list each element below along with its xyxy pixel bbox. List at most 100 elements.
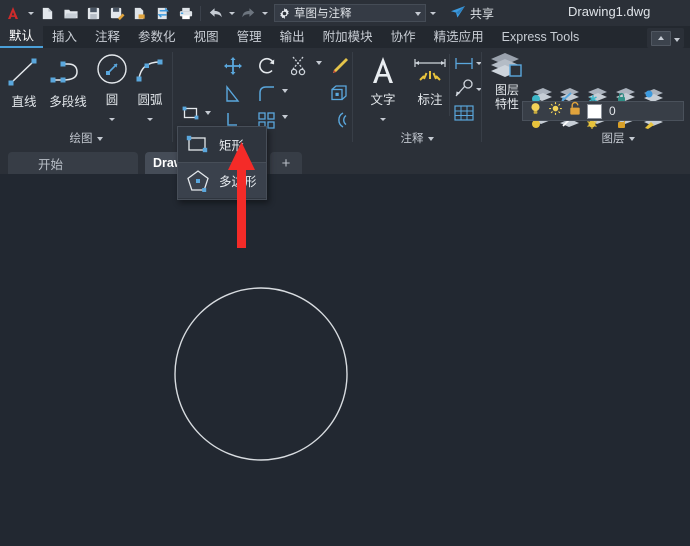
share-paperplane-icon [450,5,466,22]
cloud-sync-icon[interactable] [151,2,174,24]
draw-panel-label: 绘图 [69,133,93,145]
draw-line-label: 直线 [11,95,37,109]
line-icon [6,54,42,90]
polyline-icon [47,54,89,90]
quick-access-toolbar [36,0,270,26]
new-document-tab-button[interactable]: + [270,152,302,174]
annotation-panel-label: 注释 [400,133,424,145]
modify-trim-button[interactable] [288,54,314,78]
annotation-linear-dimension-button[interactable] [452,54,476,74]
panel-minimize-icon[interactable] [651,30,671,46]
chevron-down-icon[interactable] [415,7,421,19]
annotation-panel-expand-caret[interactable] [427,132,434,144]
open-folder-icon[interactable] [59,2,82,24]
new-file-icon[interactable] [36,2,59,24]
save-icon[interactable] [82,2,105,24]
annotation-text-button[interactable]: 文字 [361,52,405,126]
linear-dimension-icon [455,58,473,69]
rotate-icon [259,57,275,74]
document-tab-start-label: 开始 [38,157,64,172]
share-button[interactable]: 共享 [450,5,494,22]
fillet-icon [259,86,274,101]
ribbon-tab-parametric[interactable]: 参数化 [129,26,185,48]
gear-icon [278,7,291,20]
ribbon-tab-express-tools[interactable]: Express Tools [493,26,589,48]
logo-glyph [8,7,18,19]
canvas-entities [174,287,348,461]
ribbon-tab-strip: 默认 插入 注释 参数化 视图 管理 输出 附加模块 协作 精选应用 Expre… [0,26,690,48]
undo-icon[interactable] [204,2,227,24]
layers-panel-label-row: 图层 [482,130,690,146]
modify-erase-button[interactable] [326,54,352,78]
ribbon-tab-insert[interactable]: 插入 [43,26,86,48]
lightbulb-on-icon[interactable] [528,101,543,121]
draw-polyline-button[interactable]: 多段线 [42,54,94,110]
arc-icon [132,52,168,88]
annotation-text-dropdown-caret[interactable] [380,108,386,126]
redo-icon[interactable] [237,2,260,24]
workspace-overflow-caret[interactable] [428,11,438,15]
draw-line-button[interactable]: 直线 [2,54,46,110]
draw-panel-expand-caret[interactable] [96,132,103,144]
modify-offset-button[interactable] [326,108,352,132]
layer-properties-label-2: 特性 [494,97,519,111]
unlock-icon[interactable] [568,101,582,121]
modify-rotate-button[interactable] [254,54,280,78]
draw-arc-label: 圆弧 [137,93,163,107]
ribbon-tab-addins[interactable]: 附加模块 [314,26,382,48]
ribbon-tab-manage[interactable]: 管理 [228,26,271,48]
draw-rectangle-flyout-button[interactable] [179,102,203,124]
redo-dropdown-caret[interactable] [260,11,270,15]
document-title: Drawing1.dwg [568,4,651,19]
layers-panel-expand-caret[interactable] [628,132,635,144]
layer-state-combo[interactable]: 0 [522,101,684,121]
ribbon-panel-annotation: 文字 标注 注释 [353,48,482,148]
annotation-dimension-button[interactable]: 标注 [408,52,452,108]
draw-arc-button[interactable]: 圆弧 [128,52,172,126]
offset-icon [337,111,346,128]
draw-circle-dropdown-caret[interactable] [109,108,115,126]
annotation-leader-button[interactable] [452,78,476,100]
print-icon[interactable] [174,2,197,24]
modify-fillet-button[interactable] [254,82,280,106]
ribbon-tab-featured-apps[interactable]: 精选应用 [425,26,493,48]
copy-icon [226,84,240,102]
export-icon[interactable] [128,2,151,24]
drawn-circle[interactable] [174,287,348,461]
leader-icon [455,79,473,97]
workspace-selector[interactable]: 草图与注释 [274,4,426,22]
red-pointer-arrow [225,140,259,255]
layer-color-swatch[interactable] [587,103,602,119]
ribbon-tab-view[interactable]: 视图 [185,26,228,48]
document-tab-start[interactable]: 开始 [8,152,138,174]
ribbon-collapse-control[interactable] [647,28,684,48]
rectangle-icon [183,130,213,160]
annotation-table-button[interactable] [452,102,476,124]
modify-fillet-dropdown-caret[interactable] [280,84,290,98]
polygon-pentagon-icon [183,166,213,196]
modify-array-dropdown-caret[interactable] [280,110,290,124]
trim-scissors-icon [290,56,305,75]
modify-copy-button[interactable] [220,82,246,106]
modify-stretch-button[interactable] [326,82,352,106]
freeze-sun-icon[interactable] [548,101,563,121]
chevron-down-icon[interactable] [674,29,680,47]
draw-arc-dropdown-caret[interactable] [147,108,153,126]
drawing-canvas[interactable] [0,174,690,546]
layer-name: 0 [609,104,616,118]
ribbon-tab-annotate[interactable]: 注释 [86,26,129,48]
layer-properties-label-1: 图层 [494,83,519,97]
ribbon-tab-default[interactable]: 默认 [0,26,44,48]
annotation-panel-label-row: 注释 [353,130,481,146]
ribbon-tab-collaborate[interactable]: 协作 [382,26,425,48]
save-as-icon[interactable] [105,2,128,24]
ribbon-tab-output[interactable]: 输出 [271,26,314,48]
ribbon-panel-draw: 直线 多段线 圆 圆弧 绘图 [0,48,172,148]
panel-divider-1 [172,52,173,142]
modify-trim-dropdown-caret[interactable] [314,56,324,70]
autocad-A-logo[interactable] [0,0,26,26]
undo-dropdown-caret[interactable] [227,11,237,15]
draw-rectangle-dropdown-caret[interactable] [203,106,213,120]
logo-dropdown-caret[interactable] [26,11,36,15]
modify-move-button[interactable] [220,54,246,78]
